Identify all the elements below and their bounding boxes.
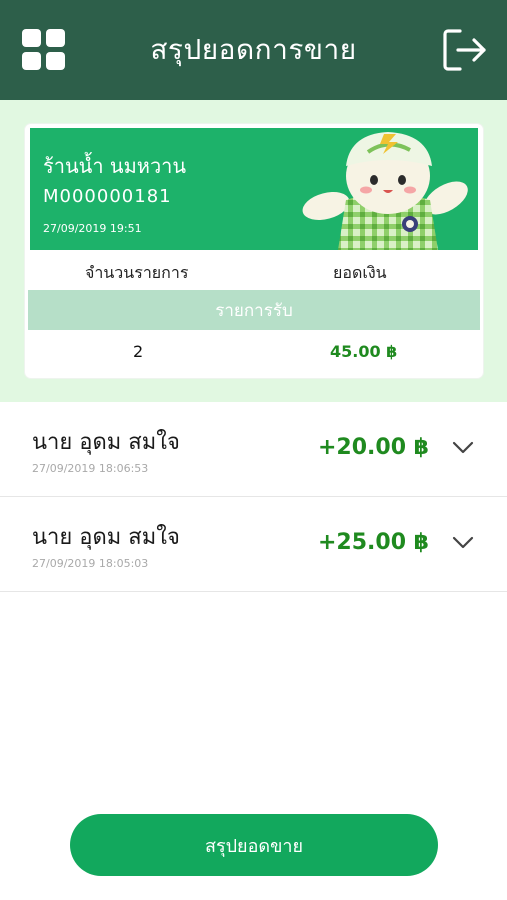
summary-area: ร้านน้ำ นมหวาน M000000181 27/09/2019 19:… — [0, 100, 507, 402]
list-item[interactable]: นาย อุดม สมใจ 27/09/2019 18:06:53 +20.00… — [0, 402, 507, 497]
transaction-time: 27/09/2019 18:05:03 — [32, 557, 149, 570]
total-amount: 45.00 ฿ — [330, 342, 398, 361]
list-item[interactable]: นาย อุดม สมใจ 27/09/2019 18:05:03 +25.00… — [0, 497, 507, 592]
sales-summary-button[interactable]: สรุปยอดขาย — [70, 814, 438, 876]
transaction-time: 27/09/2019 18:06:53 — [32, 462, 149, 475]
summary-card: ร้านน้ำ นมหวาน M000000181 27/09/2019 19:… — [25, 124, 483, 378]
chevron-down-icon[interactable] — [452, 441, 474, 455]
transaction-list: นาย อุดม สมใจ 27/09/2019 18:06:53 +20.00… — [0, 402, 507, 592]
shop-banner: ร้านน้ำ นมหวาน M000000181 27/09/2019 19:… — [30, 128, 478, 250]
count-column-label: จำนวนรายการ — [85, 262, 189, 282]
app-header: สรุปยอดการขาย — [0, 0, 507, 100]
shop-name: ร้านน้ำ นมหวาน — [43, 154, 187, 178]
amount-column-label: ยอดเงิน — [333, 262, 387, 282]
grid-menu-icon[interactable] — [22, 29, 66, 71]
page-title: สรุปยอดการขาย — [150, 33, 357, 66]
logout-icon[interactable] — [440, 26, 488, 74]
summary-datetime: 27/09/2019 19:51 — [43, 222, 142, 235]
section-bar: รายการรับ — [28, 290, 480, 330]
transaction-payer-name: นาย อุดม สมใจ — [32, 430, 180, 455]
transaction-amount: +25.00 ฿ — [318, 530, 429, 555]
mascot-illustration — [302, 132, 468, 250]
merchant-id: M000000181 — [43, 186, 172, 207]
transaction-amount: +20.00 ฿ — [318, 435, 429, 460]
summary-column-headers: จำนวนรายการ ยอดเงิน — [25, 256, 483, 290]
transaction-payer-name: นาย อุดม สมใจ — [32, 525, 180, 550]
transaction-count: 2 — [133, 342, 144, 361]
chevron-down-icon[interactable] — [452, 536, 474, 550]
summary-totals: 2 45.00 ฿ — [25, 336, 483, 370]
